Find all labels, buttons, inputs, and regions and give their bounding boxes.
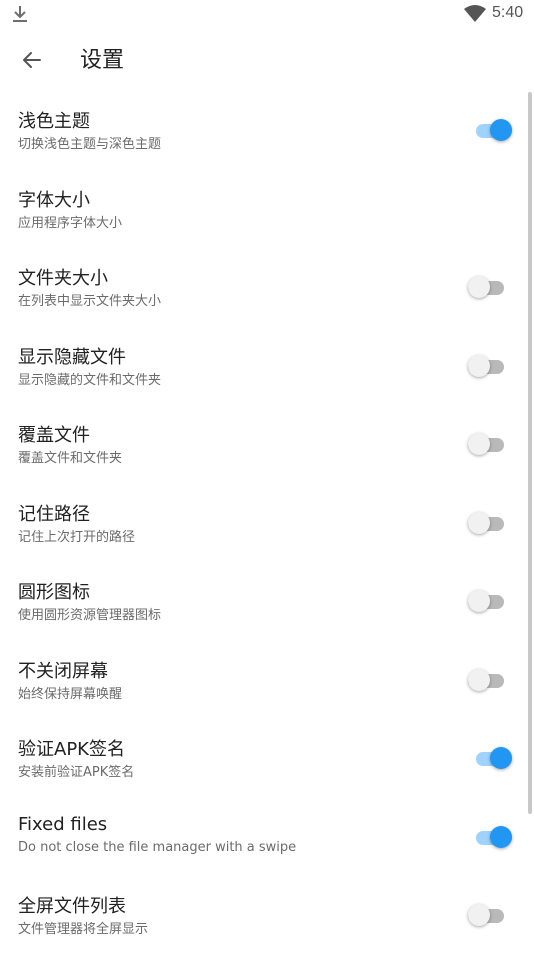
setting-subtitle: 安装前验证APK签名 — [18, 765, 135, 780]
setting-subtitle: 记住上次打开的路径 — [18, 529, 136, 545]
setting-row[interactable]: 圆形图标使用圆形资源管理器图标 — [0, 563, 534, 642]
toggle-thumb — [468, 433, 490, 455]
setting-toggle[interactable] — [468, 433, 508, 457]
setting-toggle[interactable] — [468, 354, 508, 379]
toggle-thumb — [490, 747, 512, 769]
setting-title: 文件夹大小 — [18, 268, 108, 289]
setting-toggle[interactable] — [468, 747, 512, 771]
setting-title: Fixed files — [18, 813, 108, 835]
setting-row[interactable]: 文件夹大小在列表中显示文件夹大小 — [0, 249, 534, 328]
setting-toggle[interactable] — [468, 590, 508, 614]
settings-list: 浅色主题切换浅色主题与深色主题字体大小应用程序字体大小文件夹大小在列表中显示文件… — [0, 92, 534, 956]
setting-row[interactable]: 不关闭屏幕始终保持屏幕唤醒 — [0, 642, 534, 721]
setting-row[interactable]: 覆盖文件覆盖文件和文件夹 — [0, 406, 534, 485]
setting-subtitle: 始终保持屏幕唤醒 — [18, 686, 123, 702]
setting-toggle[interactable] — [468, 668, 508, 693]
setting-row[interactable]: 显示隐藏文件显示隐藏的文件和文件夹 — [0, 328, 534, 407]
toggle-thumb — [468, 276, 490, 298]
setting-title: 覆盖文件 — [18, 425, 90, 446]
status-bar: 5:40 — [0, 0, 534, 28]
back-button[interactable] — [14, 42, 50, 78]
setting-subtitle: 使用圆形资源管理器图标 — [18, 608, 162, 623]
setting-subtitle: 应用程序字体大小 — [18, 215, 123, 231]
setting-toggle[interactable] — [468, 276, 508, 300]
arrow-back-icon — [23, 52, 41, 68]
setting-toggle[interactable] — [468, 119, 512, 143]
toggle-thumb — [490, 119, 512, 141]
setting-subtitle: 文件管理器将全屏显示 — [18, 922, 149, 937]
setting-subtitle: 在列表中显示文件夹大小 — [18, 294, 162, 309]
setting-row[interactable]: 记住路径记住上次打开的路径 — [0, 485, 534, 564]
toggle-thumb — [468, 354, 490, 377]
setting-toggle[interactable] — [468, 511, 508, 536]
setting-subtitle: 切换浅色主题与深色主题 — [18, 137, 162, 152]
setting-subtitle: 覆盖文件和文件夹 — [18, 451, 123, 466]
page-title: 设置 — [80, 48, 125, 73]
toggle-thumb — [468, 904, 490, 926]
setting-toggle[interactable] — [468, 904, 508, 928]
setting-title: 显示隐藏文件 — [18, 346, 126, 368]
scrollbar[interactable] — [528, 92, 532, 814]
setting-subtitle: 显示隐藏的文件和文件夹 — [18, 372, 162, 388]
setting-row[interactable]: 验证APK签名安装前验证APK签名 — [0, 720, 534, 799]
wifi-icon — [464, 5, 486, 22]
setting-title: 验证APK签名 — [18, 739, 125, 760]
setting-title: 不关闭屏幕 — [18, 660, 108, 682]
toggle-thumb — [468, 590, 490, 612]
setting-title: 圆形图标 — [18, 582, 90, 603]
toggle-thumb — [468, 511, 490, 534]
setting-subtitle: Do not close the file manager with a swi… — [18, 839, 297, 855]
setting-row[interactable]: 全屏文件列表文件管理器将全屏显示 — [0, 877, 534, 956]
setting-title: 记住路径 — [18, 503, 90, 525]
download-icon — [13, 6, 27, 22]
setting-row[interactable]: 字体大小应用程序字体大小 — [0, 171, 534, 250]
toggle-thumb — [490, 825, 512, 848]
setting-title: 字体大小 — [18, 189, 90, 211]
setting-title: 全屏文件列表 — [18, 896, 126, 917]
app-bar: 设置 — [0, 28, 534, 92]
setting-title: 浅色主题 — [18, 111, 90, 132]
toggle-thumb — [468, 668, 490, 691]
setting-toggle[interactable] — [468, 825, 512, 850]
setting-row[interactable]: Fixed files Do not close the file manager… — [0, 799, 534, 878]
setting-row[interactable]: 浅色主题切换浅色主题与深色主题 — [0, 92, 534, 171]
status-time: 5:40 — [492, 4, 524, 21]
